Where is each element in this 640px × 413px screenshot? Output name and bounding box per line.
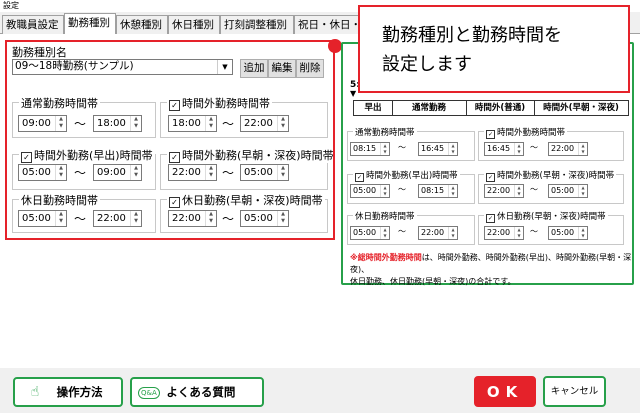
preview-overtime-to-value: 22:00 (551, 144, 575, 153)
tab-holiday-type[interactable]: 休日種別 (168, 15, 220, 34)
preview-early-from-value: 05:00 (353, 186, 377, 195)
preview-night-from-value: 22:00 (487, 186, 511, 195)
spinner-arrows-icon: ▲ ▼ (448, 143, 457, 155)
faq-button[interactable]: Q&A よくある質問 (130, 377, 264, 407)
spinner-arrows-icon: ▲ ▼ (448, 227, 457, 239)
preview-holiday-title: 休日勤務時間帯 (353, 210, 417, 222)
cancel-button[interactable]: キャンセル (543, 376, 606, 407)
preview-normal-to-value: 16:45 (421, 144, 445, 153)
preview-note: ※総時間外勤務時間は、時間外勤務、時間外勤務(早出)、時間外勤務(早朝・深夜)、… (350, 252, 632, 288)
tab-break-type[interactable]: 休憩種別 (116, 15, 168, 34)
preview-tab-overtime-night: 時間外(早朝・深夜) (543, 103, 619, 113)
preview-normal-to: 16:45 ▲ ▼ (418, 142, 458, 156)
preview-early-title: 時間外勤務(早出)時間帯 (366, 171, 458, 181)
spinner-arrows-icon: ▲ ▼ (380, 185, 389, 197)
hand-pointer-icon: ☝ (30, 384, 40, 400)
callout-line1: 勤務種別と勤務時間を (382, 25, 562, 46)
preview-early-checkbox: ✓ (355, 173, 364, 182)
qa-bubble-icon: Q&A (138, 387, 160, 399)
how-to-button[interactable]: ☝ 操作方法 (13, 377, 123, 407)
preview-normal-from-value: 08:15 (353, 144, 377, 153)
preview-holiday-from: 05:00 ▲ ▼ (350, 226, 390, 240)
tilde-separator: 〜 (398, 227, 406, 236)
how-to-label: 操作方法 (56, 385, 103, 399)
preview-overtime-from-value: 16:45 (487, 144, 511, 153)
callout-line2: 設定します (382, 54, 472, 75)
highlight-frame (5, 40, 335, 240)
tilde-separator: 〜 (530, 185, 538, 194)
tab-staff-settings[interactable]: 教職員設定 (2, 15, 64, 34)
ok-button[interactable]: OK (474, 376, 536, 407)
preview-tab-early: 早出 (354, 101, 393, 115)
spinner-arrows-icon: ▲ ▼ (578, 143, 587, 155)
preview-early-to: 08:15 ▲ ▼ (418, 184, 458, 198)
spinner-arrows-icon: ▲ ▼ (380, 143, 389, 155)
preview-tab-strip: 早出 通常勤務 時間外(普通) 時間外(早朝・深夜) (353, 100, 629, 116)
preview-tab-overtime-normal: 時間外(普通) (466, 101, 535, 115)
preview-note-highlight: ※総時間外勤務時間 (350, 253, 422, 262)
preview-early-to-value: 08:15 (421, 186, 445, 195)
spinner-arrows-icon: ▲ ▼ (514, 185, 523, 197)
spinner-arrows-icon: ▲ ▼ (448, 185, 457, 197)
preview-night-to-value: 05:00 (551, 186, 575, 195)
highlight-marker-dot (328, 39, 342, 53)
preview-normal-from: 08:15 ▲ ▼ (350, 142, 390, 156)
spinner-arrows-icon: ▲ ▼ (514, 227, 523, 239)
preview-normal-title: 通常勤務時間帯 (353, 126, 417, 138)
preview-holiday-night-to: 05:00 ▲ ▼ (548, 226, 588, 240)
preview-holiday-night-from-value: 22:00 (487, 228, 511, 237)
preview-night-to: 05:00 ▲ ▼ (548, 184, 588, 198)
preview-night-from: 22:00 ▲ ▼ (484, 184, 524, 198)
preview-early-from: 05:00 ▲ ▼ (350, 184, 390, 198)
tab-work-type[interactable]: 勤務種別 (64, 13, 116, 35)
preview-holiday-night-title: 休日勤務(早朝・深夜)時間帯 (497, 212, 606, 222)
tilde-separator: 〜 (530, 143, 538, 152)
preview-holiday-to-value: 22:00 (421, 228, 445, 237)
preview-note-line2: 休日勤務、休日勤務(早朝・深夜)の合計です。 (350, 277, 516, 286)
preview-holiday-night-to-value: 05:00 (551, 228, 575, 237)
preview-holiday-night-from: 22:00 ▲ ▼ (484, 226, 524, 240)
preview-overtime-checkbox: ✓ (486, 130, 495, 139)
preview-holiday-from-value: 05:00 (353, 228, 377, 237)
preview-holiday-night-checkbox: ✓ (486, 214, 495, 223)
preview-holiday-to: 22:00 ▲ ▼ (418, 226, 458, 240)
spinner-arrows-icon: ▲ ▼ (578, 185, 587, 197)
preview-tab-normal: 通常勤務 (392, 101, 467, 115)
preview-pointer-icon: ▼ (350, 89, 357, 98)
preview-night-title: 時間外勤務(早朝・深夜)時間帯 (497, 171, 615, 181)
faq-label: よくある質問 (166, 385, 236, 399)
preview-overtime-title: 時間外勤務時間帯 (497, 128, 566, 138)
spinner-arrows-icon: ▲ ▼ (380, 227, 389, 239)
preview-night-checkbox: ✓ (486, 173, 495, 182)
spinner-arrows-icon: ▲ ▼ (514, 143, 523, 155)
spinner-arrows-icon: ▲ ▼ (578, 227, 587, 239)
tilde-separator: 〜 (530, 227, 538, 236)
tab-stamp-adjust-type[interactable]: 打刻調整種別 (220, 15, 294, 34)
tilde-separator: 〜 (398, 185, 406, 194)
preview-overtime-from: 16:45 ▲ ▼ (484, 142, 524, 156)
preview-overtime-to: 22:00 ▲ ▼ (548, 142, 588, 156)
explanation-callout: 勤務種別と勤務時間を 設定します (358, 5, 630, 93)
tilde-separator: 〜 (398, 143, 406, 152)
tab-public-holidays[interactable]: 祝日・休日・出 (294, 15, 364, 34)
